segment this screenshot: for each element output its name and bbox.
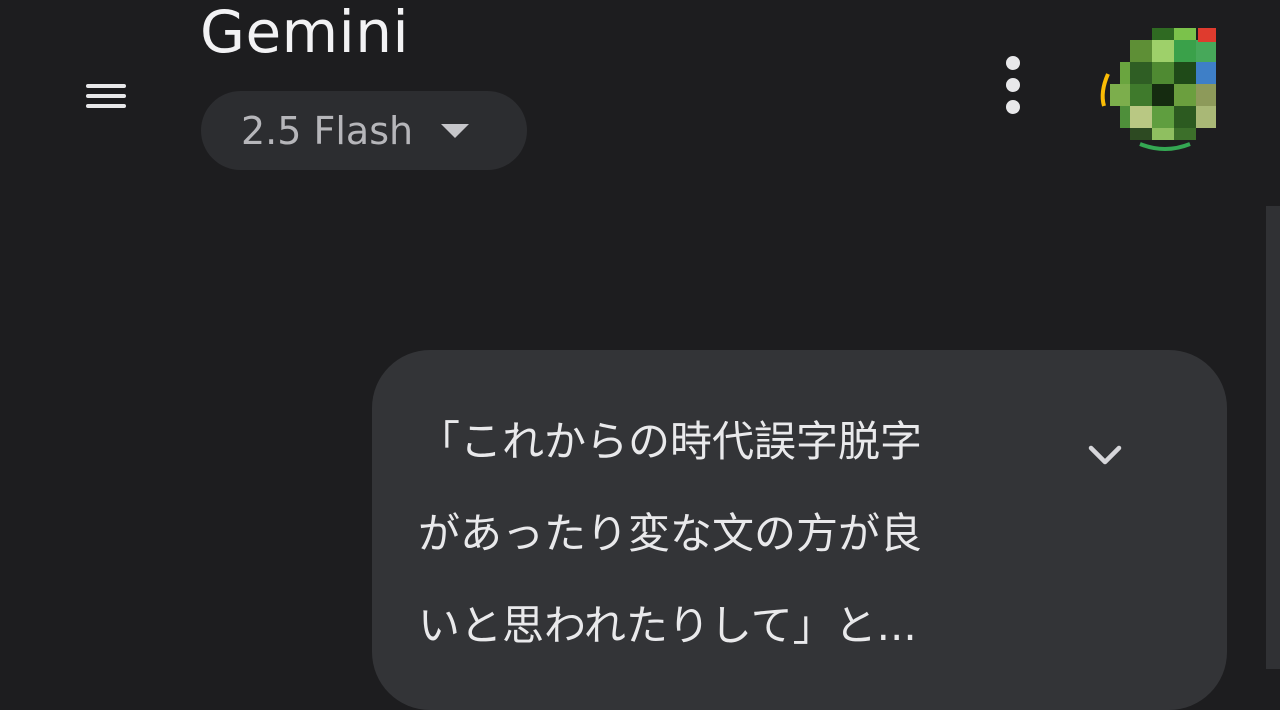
scrollbar[interactable]	[1266, 206, 1280, 669]
expand-message-button[interactable]	[1075, 425, 1135, 485]
message-line: 「これからの時代誤字脱字	[418, 417, 923, 466]
more-vertical-icon	[1006, 56, 1020, 114]
user-avatar-icon	[1100, 28, 1216, 151]
user-message-bubble[interactable]: 「これからの時代誤字脱字 があったり変な文の方が良 いと思われたりして」と...	[372, 350, 1227, 710]
more-options-button[interactable]	[990, 54, 1036, 116]
model-selector[interactable]: 2.5 Flash	[201, 91, 527, 170]
chevron-down-icon	[1088, 445, 1122, 465]
hamburger-menu-icon	[86, 84, 126, 108]
app-title: Gemini	[200, 0, 410, 66]
avatar[interactable]	[1090, 22, 1230, 152]
menu-button[interactable]	[78, 72, 134, 120]
message-line: があったり変な文の方が良	[418, 509, 923, 558]
model-label: 2.5 Flash	[241, 108, 414, 153]
dropdown-arrow-icon	[441, 123, 470, 138]
message-line: いと思われたりして」と...	[418, 601, 917, 650]
user-message-text: 「これからの時代誤字脱字 があったり変な文の方が良 いと思われたりして」と...	[418, 396, 1058, 672]
